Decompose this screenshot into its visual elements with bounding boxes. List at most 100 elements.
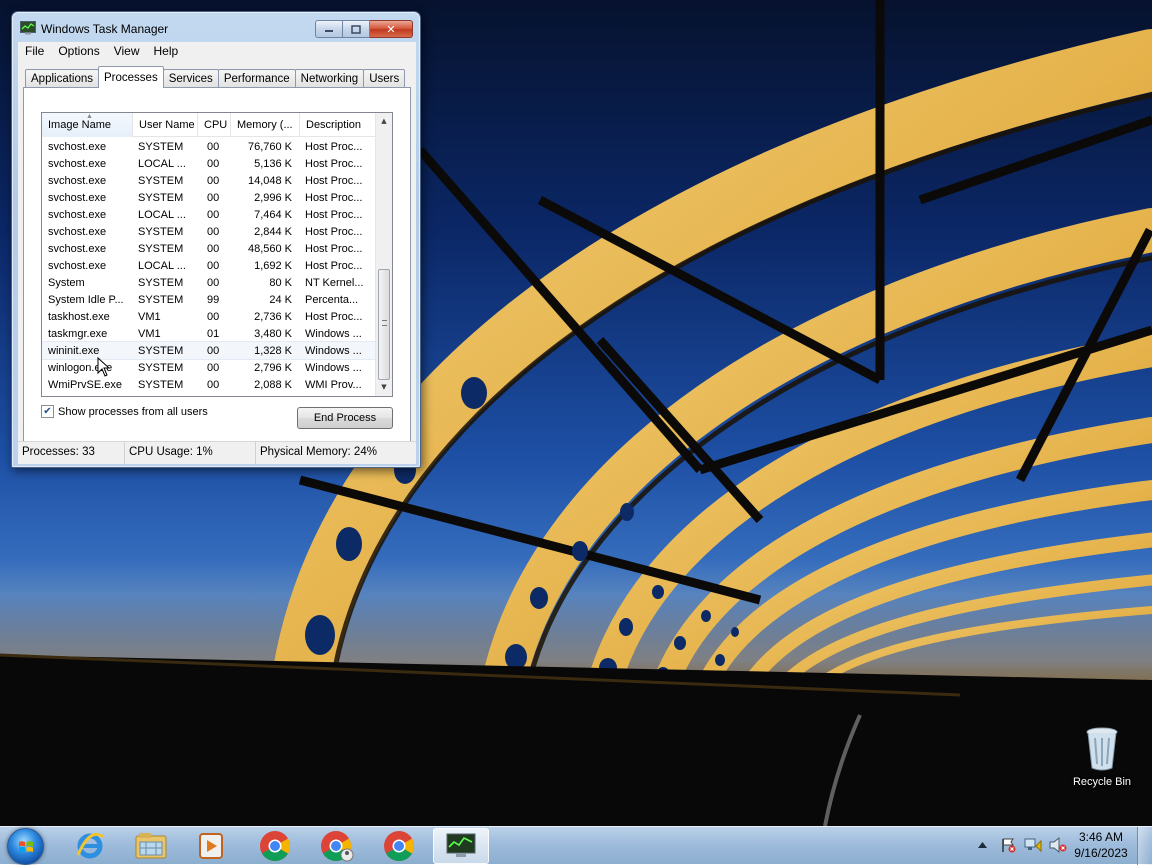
taskbar-internet-explorer[interactable] [62, 828, 118, 864]
taskbar-task-manager[interactable] [433, 828, 489, 864]
cell-image-name: svchost.exe [48, 209, 107, 221]
show-hidden-icons-button[interactable] [970, 835, 995, 855]
cell-memory: 24 K [269, 294, 292, 306]
cell-cpu: 99 [207, 294, 220, 306]
cell-description: Host Proc... [305, 311, 363, 323]
clock[interactable]: 3:46 AM 9/16/2023 [1068, 829, 1134, 861]
tab-networking[interactable]: Networking [294, 69, 365, 88]
taskbar-chrome-2[interactable] [309, 828, 365, 864]
chevron-up-icon [978, 842, 987, 848]
process-list[interactable]: ▲ Image Name User Name CPU Memory (... D… [41, 112, 393, 397]
cell-description: Windows ... [305, 345, 362, 357]
menu-options[interactable]: Options [51, 42, 106, 62]
cell-cpu: 00 [207, 345, 220, 357]
taskbar-chrome-3[interactable] [371, 828, 427, 864]
table-row[interactable]: System SYSTEM 00 80 K NT Kernel... [42, 274, 376, 291]
taskbar-chrome-1[interactable] [247, 828, 303, 864]
cell-memory: 76,760 K [247, 141, 292, 153]
processes-panel: ▲ Image Name User Name CPU Memory (... D… [23, 87, 411, 444]
table-row[interactable]: System Idle P... SYSTEM 99 24 K Percenta... [42, 291, 376, 308]
recycle-bin[interactable]: Recycle Bin [1064, 726, 1140, 798]
cell-cpu: 00 [207, 158, 220, 170]
cell-description: Host Proc... [305, 226, 363, 238]
menu-view[interactable]: View [107, 42, 147, 62]
cell-memory: 2,844 K [254, 226, 292, 238]
cell-image-name: System Idle P... [48, 294, 124, 306]
action-center-flag-icon [1001, 838, 1015, 853]
cell-image-name: winlogon.exe [48, 362, 113, 374]
table-row[interactable]: svchost.exe LOCAL ... 00 7,464 K Host Proc..… [42, 206, 376, 223]
table-row[interactable]: svchost.exe SYSTEM 00 2,996 K Host Proc... [42, 189, 376, 206]
cell-user-name: LOCAL ... [138, 260, 186, 272]
tab-services[interactable]: Services [162, 69, 219, 88]
title-bar[interactable]: Windows Task Manager ✕ [12, 12, 420, 42]
table-row[interactable]: wininit.exe SYSTEM 00 1,328 K Windows ... [42, 341, 377, 360]
window-title: Windows Task Manager [41, 22, 169, 36]
table-row[interactable]: svchost.exe LOCAL ... 00 5,136 K Host Proc..… [42, 155, 376, 172]
process-rows: svchost.exe SYSTEM 00 76,760 K Host Proc... s… [42, 138, 377, 393]
table-row[interactable]: svchost.exe SYSTEM 00 48,560 K Host Proc... [42, 240, 376, 257]
cell-description: Windows ... [305, 362, 362, 374]
end-process-button[interactable]: End Process [297, 407, 393, 429]
tab-performance[interactable]: Performance [217, 69, 296, 88]
column-image-name[interactable]: ▲ Image Name [42, 113, 133, 137]
show-desktop-button[interactable] [1137, 827, 1152, 865]
cell-image-name: svchost.exe [48, 260, 107, 272]
table-row[interactable]: winlogon.exe SYSTEM 00 2,796 K Windows ... [42, 359, 376, 376]
cell-image-name: taskhost.exe [48, 311, 110, 323]
scroll-thumb[interactable] [378, 269, 390, 380]
scroll-down-icon[interactable]: ▼ [376, 379, 392, 396]
taskbar-windows-explorer[interactable] [123, 828, 179, 864]
cell-image-name: svchost.exe [48, 141, 107, 153]
cell-memory: 5,136 K [254, 158, 292, 170]
table-row[interactable]: taskmgr.exe VM1 01 3,480 K Windows ... [42, 325, 376, 342]
column-memory[interactable]: Memory (... [231, 113, 300, 137]
tab-users[interactable]: Users [363, 69, 406, 88]
menu-help[interactable]: Help [147, 42, 186, 62]
cell-description: Host Proc... [305, 243, 363, 255]
cell-user-name: SYSTEM [138, 141, 184, 153]
maximize-button[interactable] [343, 20, 370, 38]
cell-description: Host Proc... [305, 209, 363, 221]
cell-user-name: SYSTEM [138, 277, 184, 289]
action-center-button[interactable] [995, 835, 1020, 855]
show-all-checkbox[interactable]: ✔ [41, 405, 54, 418]
vertical-scrollbar[interactable]: ▲ ▼ [375, 113, 392, 396]
cell-cpu: 00 [207, 209, 220, 221]
task-manager-icon [446, 833, 476, 857]
column-user-name[interactable]: User Name [133, 113, 198, 137]
table-row[interactable]: svchost.exe SYSTEM 00 14,048 K Host Proc... [42, 172, 376, 189]
table-row[interactable]: taskhost.exe VM1 00 2,736 K Host Proc... [42, 308, 376, 325]
menu-file[interactable]: File [18, 42, 51, 62]
cell-memory: 2,996 K [254, 192, 292, 204]
volume-button[interactable] [1045, 835, 1070, 855]
cell-memory: 3,480 K [254, 328, 292, 340]
table-row[interactable]: svchost.exe LOCAL ... 00 1,692 K Host Proc..… [42, 257, 376, 274]
taskbar-media-player[interactable] [183, 828, 239, 864]
tab-strip: Applications Processes Services Performa… [25, 65, 406, 88]
menu-bar: File Options View Help [18, 42, 416, 62]
table-row[interactable]: WmiPrvSE.exe SYSTEM 00 2,088 K WMI Prov... [42, 376, 376, 393]
network-button[interactable] [1020, 835, 1045, 855]
minimize-button[interactable] [315, 20, 343, 38]
close-button[interactable]: ✕ [370, 20, 413, 38]
status-bar: Processes: 33 CPU Usage: 1% Physical Mem… [18, 441, 416, 464]
tab-processes[interactable]: Processes [98, 66, 164, 88]
taskbar: 3:46 AM 9/16/2023 [0, 826, 1152, 865]
clock-time: 3:46 AM [1078, 830, 1124, 844]
tab-applications[interactable]: Applications [25, 69, 100, 88]
start-button[interactable] [7, 828, 44, 865]
show-all-processes-option[interactable]: ✔ Show processes from all users [41, 405, 208, 418]
client-area: Applications Processes Services Performa… [18, 62, 416, 462]
column-cpu[interactable]: CPU [198, 113, 231, 137]
recycle-bin-icon [1085, 726, 1119, 772]
minimize-icon [325, 30, 333, 32]
status-cpu-usage: CPU Usage: 1% [125, 442, 256, 464]
scroll-up-icon[interactable]: ▲ [376, 113, 392, 130]
table-row[interactable]: svchost.exe SYSTEM 00 76,760 K Host Proc... [42, 138, 376, 155]
cell-user-name: SYSTEM [138, 175, 184, 187]
cell-user-name: SYSTEM [138, 192, 184, 204]
column-description[interactable]: Description [300, 113, 376, 137]
table-row[interactable]: svchost.exe SYSTEM 00 2,844 K Host Proc... [42, 223, 376, 240]
cell-image-name: wininit.exe [48, 345, 100, 357]
